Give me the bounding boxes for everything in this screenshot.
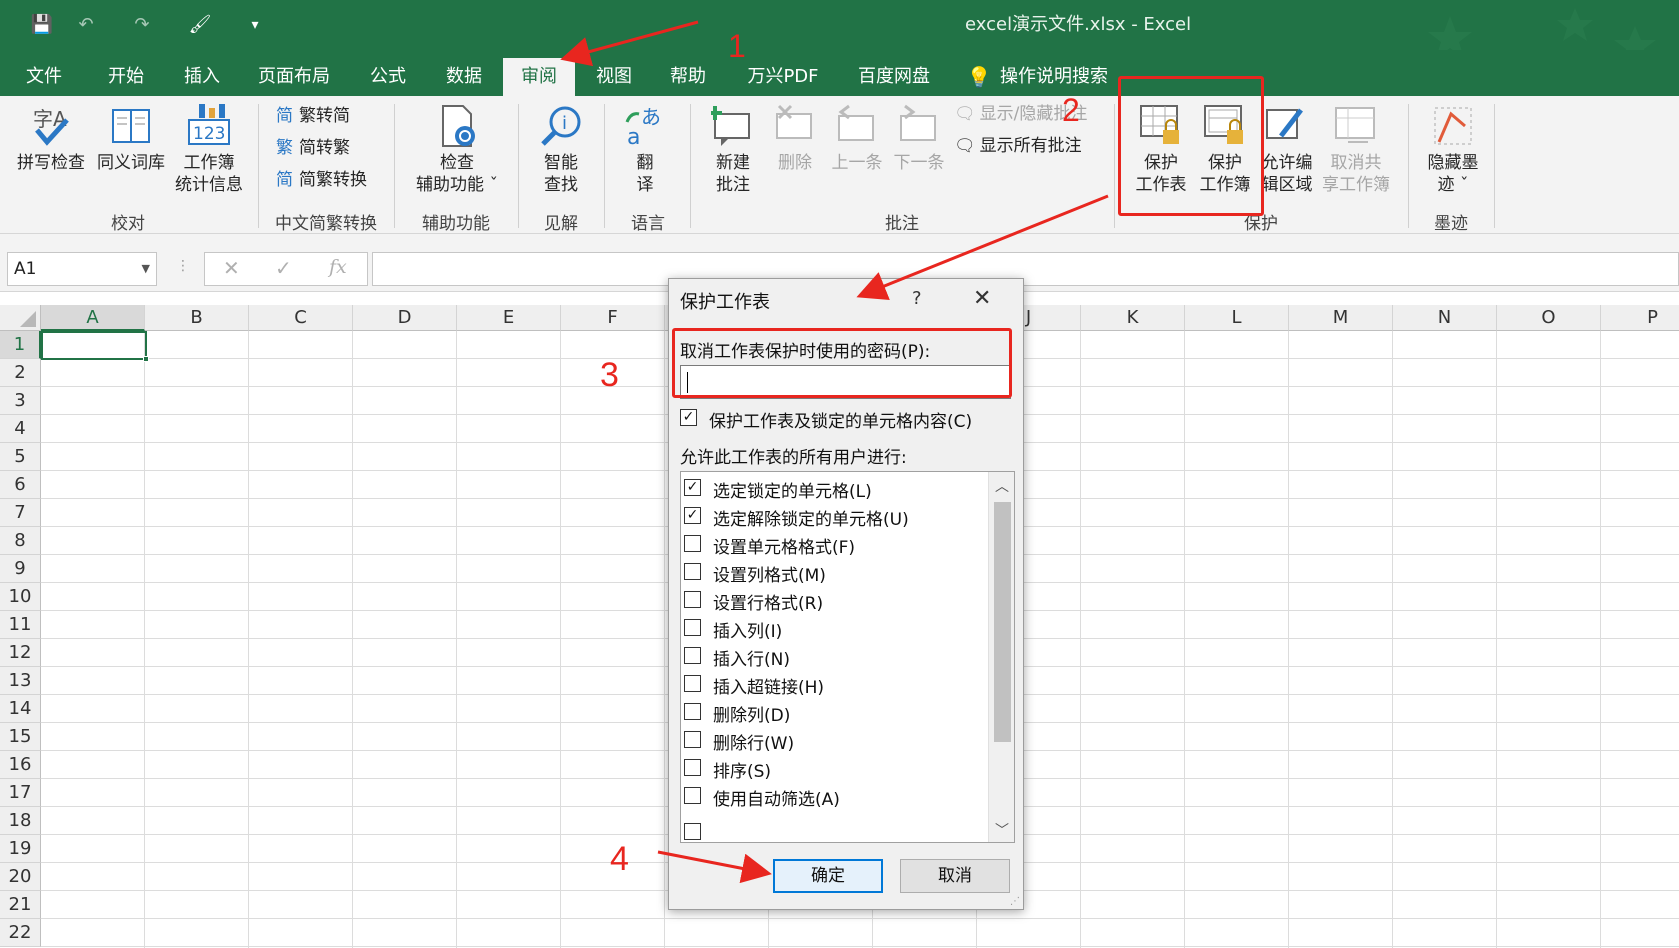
arrow-4: [657, 850, 772, 884]
arrow-1: [560, 20, 699, 67]
excel-window: 💾 ↶ ↷ 🖌 ▾ excel演示文件.xlsx - Excel 文件 开始 插…: [0, 0, 1679, 948]
arrow-2: [856, 194, 1109, 300]
annotation-arrows: [560, 20, 1109, 884]
